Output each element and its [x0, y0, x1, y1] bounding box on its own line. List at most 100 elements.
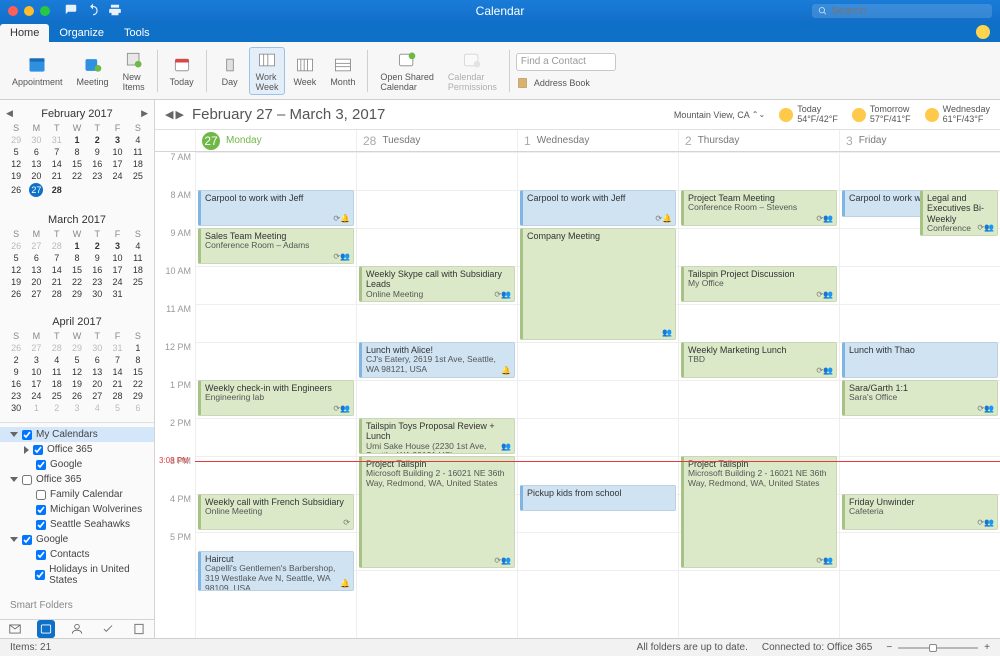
- calendar-checkbox[interactable]: [36, 520, 46, 530]
- search-input[interactable]: [831, 5, 986, 17]
- mini-calendar-day[interactable]: 22: [128, 378, 148, 390]
- mini-calendar-day[interactable]: 2: [6, 354, 26, 366]
- calendar-event[interactable]: Project Team MeetingConference Room – St…: [681, 190, 837, 226]
- mini-calendar-day[interactable]: 6: [87, 354, 107, 366]
- weather-day[interactable]: Today54°F/42°F: [779, 105, 838, 125]
- zoom-in-icon[interactable]: +: [984, 642, 990, 653]
- tab-tools[interactable]: Tools: [114, 24, 160, 42]
- prev-week-button[interactable]: ◀: [165, 108, 173, 121]
- calendar-event[interactable]: Weekly call with French SubsidiaryOnline…: [198, 494, 354, 530]
- calendar-checkbox[interactable]: [22, 535, 32, 545]
- day-column[interactable]: Project Team MeetingConference Room – St…: [678, 152, 839, 638]
- mini-calendar-day[interactable]: 6: [26, 252, 46, 264]
- minimize-icon[interactable]: [24, 6, 34, 16]
- calendar-checkbox[interactable]: [36, 460, 46, 470]
- calendar-checkbox[interactable]: [36, 490, 46, 500]
- mini-calendar-day[interactable]: 4: [47, 354, 67, 366]
- mini-calendar-day[interactable]: 14: [107, 366, 127, 378]
- mini-calendar-day[interactable]: 8: [67, 146, 87, 158]
- mini-calendar-day[interactable]: 16: [6, 378, 26, 390]
- new-items-button[interactable]: New Items: [117, 48, 151, 94]
- print-icon[interactable]: [108, 3, 122, 20]
- calendar-event[interactable]: Project TailspinMicrosoft Building 2 - 1…: [359, 456, 515, 568]
- mini-calendar-day[interactable]: 27: [26, 182, 46, 198]
- mini-calendar-day[interactable]: 13: [87, 366, 107, 378]
- mini-calendar-day[interactable]: 26: [6, 288, 26, 300]
- mini-calendar-day[interactable]: 15: [67, 158, 87, 170]
- meeting-button[interactable]: Meeting: [71, 53, 115, 89]
- calendar-event[interactable]: Weekly check-in with EngineersEngineerin…: [198, 380, 354, 416]
- day-column[interactable]: Weekly Skype call with Subsidiary LeadsO…: [356, 152, 517, 638]
- mini-calendar-day[interactable]: 23: [87, 170, 107, 182]
- day-header[interactable]: 27Monday: [195, 130, 356, 151]
- calendar-checkbox[interactable]: [36, 505, 46, 515]
- mini-calendar-day[interactable]: 28: [47, 288, 67, 300]
- calendar-event[interactable]: Tailspin Project DiscussionMy Office⟳👥: [681, 266, 837, 302]
- address-book-button[interactable]: Address Book: [516, 77, 616, 89]
- calendar-group[interactable]: My Calendars: [0, 427, 154, 442]
- mini-calendar-day[interactable]: 21: [47, 170, 67, 182]
- mini-calendar-day[interactable]: 23: [87, 276, 107, 288]
- mini-calendar-header[interactable]: ◀▶February 2017: [6, 108, 148, 120]
- calendar-event[interactable]: Weekly Marketing LunchTBD⟳👥: [681, 342, 837, 378]
- zoom-icon[interactable]: [40, 6, 50, 16]
- people-icon[interactable]: [68, 620, 86, 638]
- mini-calendar-day[interactable]: 6: [26, 146, 46, 158]
- mini-calendar-day[interactable]: 1: [67, 134, 87, 146]
- mini-calendar-day[interactable]: 28: [47, 182, 67, 198]
- mini-calendar-day[interactable]: 8: [67, 252, 87, 264]
- calendar-checkbox[interactable]: [35, 570, 45, 580]
- mini-calendar-day[interactable]: 18: [128, 264, 148, 276]
- calendar-permissions-button[interactable]: Calendar Permissions: [442, 48, 503, 94]
- mini-calendar-day[interactable]: 7: [47, 252, 67, 264]
- calendar-grid[interactable]: 7 AM8 AM9 AM10 AM11 AM12 PM1 PM2 PM3 PM4…: [155, 152, 1000, 638]
- mini-calendar-day[interactable]: 24: [107, 170, 127, 182]
- week-button[interactable]: Week: [287, 53, 322, 89]
- mini-calendar-day[interactable]: 25: [128, 170, 148, 182]
- calendar-group[interactable]: Google: [0, 532, 154, 547]
- calendar-item[interactable]: Google: [0, 457, 154, 472]
- mini-calendar-day[interactable]: 7: [47, 146, 67, 158]
- mini-calendar-day[interactable]: 18: [128, 158, 148, 170]
- calendar-event[interactable]: Sales Team MeetingConference Room – Adam…: [198, 228, 354, 264]
- mini-calendar-day[interactable]: 17: [107, 158, 127, 170]
- mini-calendar-day[interactable]: 27: [26, 288, 46, 300]
- mini-calendar-day[interactable]: 10: [107, 252, 127, 264]
- day-header[interactable]: 1Wednesday: [517, 130, 678, 151]
- mini-calendar-day[interactable]: 20: [87, 378, 107, 390]
- tab-home[interactable]: Home: [0, 24, 49, 42]
- calendar-item[interactable]: Seattle Seahawks: [0, 517, 154, 532]
- month-button[interactable]: Month: [324, 53, 361, 89]
- work-week-button[interactable]: Work Week: [249, 47, 286, 95]
- mini-calendar-day[interactable]: 24: [107, 276, 127, 288]
- mini-calendar-header[interactable]: March 2017: [6, 214, 148, 226]
- calendar-group[interactable]: Office 365: [0, 472, 154, 487]
- calendar-event[interactable]: Company Meeting👥: [520, 228, 676, 340]
- mini-calendar-header[interactable]: April 2017: [6, 316, 148, 328]
- day-header[interactable]: 3Friday: [839, 130, 1000, 151]
- calendar-event[interactable]: Friday UnwinderCafeteria⟳👥: [842, 494, 998, 530]
- mini-calendar-day[interactable]: 11: [128, 146, 148, 158]
- calendar-event[interactable]: HaircutCapelli's Gentlemen's Barbershop,…: [198, 551, 354, 591]
- weather-day[interactable]: Wednesday61°F/43°F: [925, 105, 990, 125]
- mini-calendar-day[interactable]: 21: [107, 378, 127, 390]
- calendar-event[interactable]: Lunch with Alice!CJ's Eatery, 2619 1st A…: [359, 342, 515, 378]
- mini-calendar-day[interactable]: 29: [67, 288, 87, 300]
- day-column[interactable]: Carpool to work with Jeff⟳🔔Company Meeti…: [517, 152, 678, 638]
- calendar-event[interactable]: Legal and Executives Bi-WeeklyConference…: [920, 190, 998, 236]
- mini-calendar-day[interactable]: 31: [107, 288, 127, 300]
- mini-calendar-day[interactable]: 15: [128, 366, 148, 378]
- calendar-item[interactable]: Family Calendar: [0, 487, 154, 502]
- next-month-button[interactable]: ▶: [141, 108, 148, 119]
- day-column[interactable]: Carpool to work with Jeff⟳🔔Legal and Exe…: [839, 152, 1000, 638]
- mini-calendar-day[interactable]: 17: [107, 264, 127, 276]
- mini-calendar-day[interactable]: 3: [107, 134, 127, 146]
- mini-calendar-day[interactable]: 30: [87, 288, 107, 300]
- day-column[interactable]: Carpool to work with Jeff⟳🔔Sales Team Me…: [195, 152, 356, 638]
- mini-calendar-day[interactable]: 22: [67, 276, 87, 288]
- mini-calendar-day[interactable]: 26: [67, 390, 87, 402]
- window-controls[interactable]: [8, 6, 50, 16]
- zoom-out-icon[interactable]: −: [886, 642, 892, 653]
- calendar-checkbox[interactable]: [33, 445, 43, 455]
- next-week-button[interactable]: ▶: [175, 108, 183, 121]
